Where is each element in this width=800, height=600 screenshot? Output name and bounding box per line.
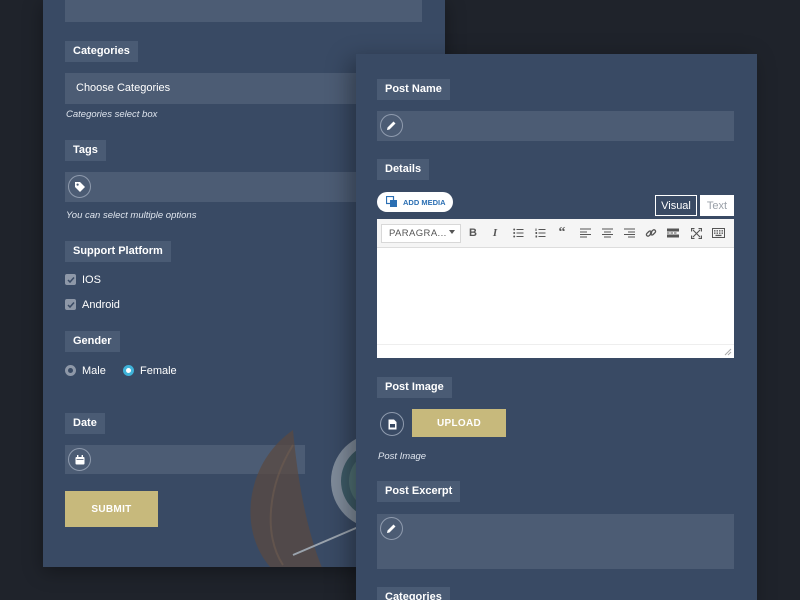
pencil-icon [380,114,403,137]
media-icon [386,196,397,207]
date-label: Date [65,413,105,434]
submit-button[interactable]: SUBMIT [65,491,158,527]
format-select[interactable]: PARAGRA... [381,224,461,243]
align-right-icon[interactable] [621,225,637,241]
bullet-list-icon[interactable] [510,225,526,241]
post-image-help: Post Image [378,451,427,462]
read-more-icon[interactable] [665,225,681,241]
tags-label: Tags [65,140,106,161]
male-label: Male [82,365,106,377]
align-left-icon[interactable] [577,225,593,241]
post-excerpt-textarea[interactable] [377,514,734,569]
resize-handle-icon[interactable] [724,348,732,356]
rich-text-editor: PARAGRA... B I “ [377,219,734,358]
female-radio[interactable] [123,365,134,376]
female-label: Female [140,365,177,377]
ios-label: IOS [82,274,101,286]
add-media-label: ADD MEDIA [403,197,446,207]
post-excerpt-label: Post Excerpt [377,481,461,502]
link-icon[interactable] [643,225,659,241]
blockquote-icon[interactable]: “ [554,225,570,241]
details-label: Details [377,159,430,180]
categories-label: Categories [65,41,138,62]
image-file-icon [380,412,404,436]
editor-content-area[interactable] [377,248,734,344]
android-checkbox[interactable] [65,299,76,310]
categories-select-value: Choose Categories [76,82,171,94]
chevron-down-icon [449,230,455,234]
format-select-value: PARAGRA... [389,228,447,239]
male-radio[interactable] [65,365,76,376]
editor-statusbar [377,344,734,358]
align-center-icon[interactable] [599,225,615,241]
tab-text[interactable]: Text [700,195,734,216]
categories-help: Categories select box [66,109,158,120]
calendar-icon [68,448,91,471]
tag-icon [68,175,91,198]
support-platform-label: Support Platform [65,241,171,262]
categories-label-right: Categories [377,587,450,600]
add-media-button[interactable]: ADD MEDIA [377,192,453,212]
keyboard-icon[interactable] [710,225,726,241]
tags-help: You can select multiple options [66,210,197,221]
bold-icon[interactable]: B [465,225,481,241]
right-form-panel: Post Name Details ADD MEDIA Visual Text … [356,54,757,600]
editor-toolbar: PARAGRA... B I “ [377,219,734,248]
ios-checkbox[interactable] [65,274,76,285]
pencil-icon [380,517,403,540]
gender-label: Gender [65,331,120,352]
post-name-label: Post Name [377,79,450,100]
numbered-list-icon[interactable] [532,225,548,241]
tab-visual[interactable]: Visual [655,195,697,216]
post-name-input[interactable] [377,111,734,141]
upload-button[interactable]: UPLOAD [412,409,506,437]
fullscreen-icon[interactable] [688,225,704,241]
italic-icon[interactable]: I [487,225,503,241]
android-label: Android [82,299,120,311]
post-image-label: Post Image [377,377,452,398]
top-field[interactable] [65,0,422,22]
